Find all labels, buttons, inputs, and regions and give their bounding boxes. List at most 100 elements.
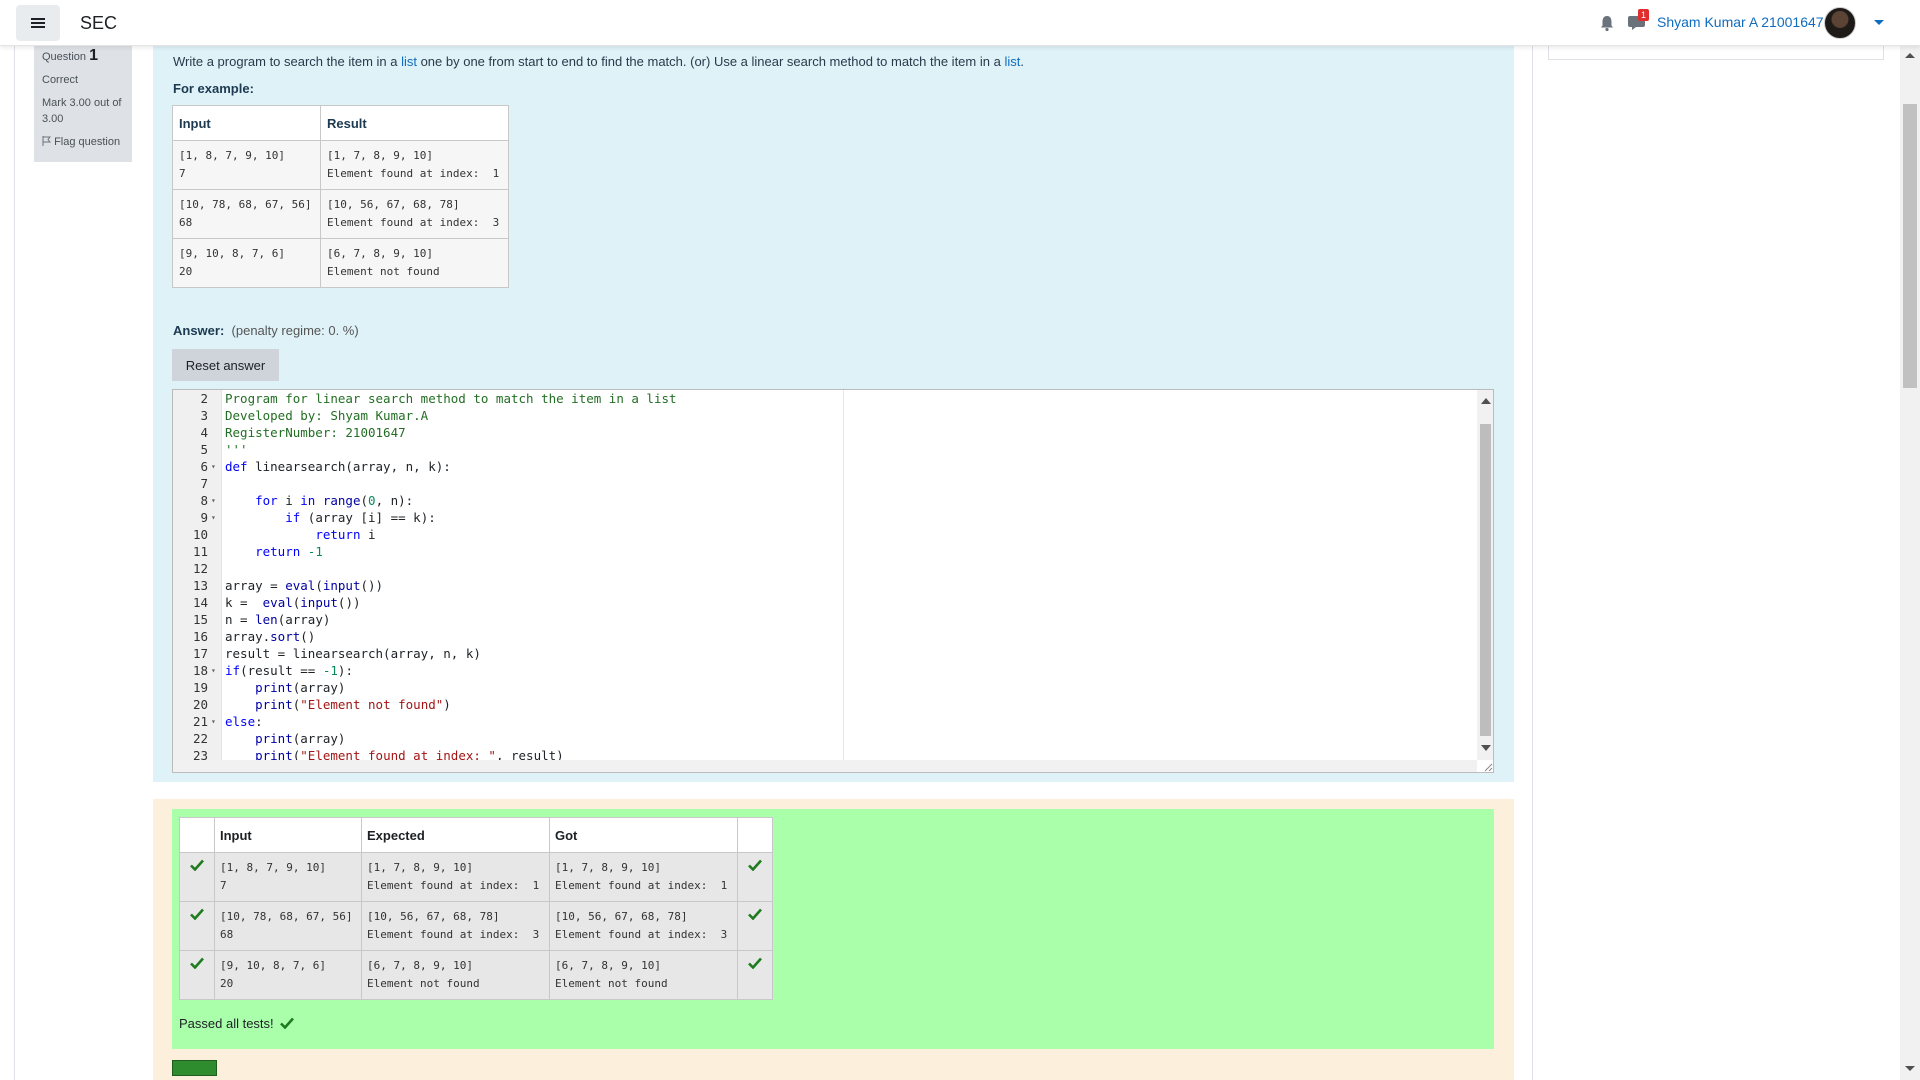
code-line[interactable]: 20 print("Element not found") [173,696,1473,713]
question-text: Write a program to search the item in a … [173,54,1024,69]
code-text: return -1 [255,544,323,559]
question-text-part1: Write a program to search the item in a [173,54,402,69]
code-line[interactable]: 3 Developed by: Shyam Kumar.A [173,407,1473,424]
line-number: 12 [192,561,208,576]
question-label: Question [42,51,87,63]
code-line[interactable]: 9 ▾ if (array [i] == k): [173,509,1473,526]
code-line[interactable]: 6 ▾ def linearsearch(array, n, k): [173,458,1473,475]
test-result-row: [9, 10, 8, 7, 6] 20 [6, 7, 8, 9, 10] Ele… [179,950,773,1000]
flag-question-link[interactable]: Flag question [42,134,124,150]
code-line[interactable]: 12 [173,560,1473,577]
line-number: 22 [192,731,208,746]
code-line[interactable]: 21 ▾ else: [173,713,1473,730]
results-header-got: Got [549,817,738,853]
test-result-row: [1, 8, 7, 9, 10] 7 [1, 7, 8, 9, 10] Elem… [179,852,773,902]
code-line[interactable]: 2 Program for linear search method to mat… [173,390,1473,407]
page-scroll-thumb[interactable] [1903,104,1917,388]
results-header-mark [737,817,773,853]
example-result: [6, 7, 8, 9, 10] Element not found [320,238,509,288]
line-number: 11 [192,544,208,559]
code-line[interactable]: 11 return -1 [173,543,1473,560]
check-icon [748,859,762,871]
line-number: 18 [192,663,208,678]
editor-vertical-scrollbar[interactable] [1477,390,1493,760]
question-number-value: 1 [89,47,98,64]
result-input: [1, 8, 7, 9, 10] 7 [214,852,362,902]
code-line[interactable]: 13 array = eval(input()) [173,577,1473,594]
code-line[interactable]: 18 ▾ if(result == -1): [173,662,1473,679]
glossary-link-list-2[interactable]: list [1004,54,1020,69]
scroll-down-arrow-icon[interactable] [1481,745,1491,751]
page-scrollbar[interactable] [1900,46,1920,1080]
code-line[interactable]: 15 n = len(array) [173,611,1473,628]
example-result: [1, 7, 8, 9, 10] Element found at index:… [320,140,509,190]
code-text: array.sort() [225,629,316,644]
check-icon [190,957,204,969]
code-line[interactable]: 5 ''' [173,441,1473,458]
line-number: 8 [200,493,208,508]
editor-horizontal-scrollbar[interactable] [173,760,1477,772]
results-header-status [179,817,215,853]
fold-arrow-icon[interactable]: ▾ [211,509,216,526]
example-input: [9, 10, 8, 7, 6] 20 [172,238,321,288]
reset-answer-button[interactable]: Reset answer [172,349,279,381]
row-mark [737,950,773,1000]
code-line[interactable]: 16 array.sort() [173,628,1473,645]
test-result-row: [10, 78, 68, 67, 56] 68 [10, 56, 67, 68,… [179,901,773,951]
page-scroll-down-icon[interactable] [1905,1066,1915,1071]
code-line[interactable]: 22 print(array) [173,730,1473,747]
code-text: def linearsearch(array, n, k): [225,459,451,474]
result-got: [6, 7, 8, 9, 10] Element not found [549,950,738,1000]
scroll-up-arrow-icon[interactable] [1481,398,1491,404]
code-text: print(array) [255,680,346,695]
menu-toggle-button[interactable] [16,5,60,41]
example-row: [1, 8, 7, 9, 10] 7 [1, 7, 8, 9, 10] Eleme… [172,140,509,190]
code-text: result = linearsearch(array, n, k) [225,646,481,661]
user-menu-caret-icon[interactable] [1874,20,1884,25]
question-state: Correct [42,74,79,86]
code-line[interactable]: 14 k = eval(input()) [173,594,1473,611]
test-results-panel: Input Expected Got [1, 8, 7, 9, 10] 7 [1… [172,809,1494,1049]
example-row: [9, 10, 8, 7, 6] 20 [6, 7, 8, 9, 10] Elem… [172,238,509,288]
code-line[interactable]: 7 [173,475,1473,492]
fold-arrow-icon[interactable]: ▾ [211,662,216,679]
penalty-regime: (penalty regime: 0. %) [231,323,359,338]
editor-scroll-thumb[interactable] [1480,424,1491,736]
check-icon [190,908,204,920]
code-editor[interactable]: 2 Program for linear search method to mat… [172,389,1494,773]
fold-arrow-icon[interactable]: ▾ [211,458,216,475]
code-line[interactable]: 17 result = linearsearch(array, n, k) [173,645,1473,662]
question-number: Question 1 [42,48,124,65]
line-number: 14 [192,595,208,610]
code-text: return i [315,527,376,542]
passed-all-tests: Passed all tests! [179,1016,294,1031]
user-menu-name[interactable]: Shyam Kumar A 21001647 [1657,14,1824,30]
message-count-badge: 1 [1638,9,1649,21]
page-scroll-up-icon[interactable] [1905,53,1915,58]
question-info-panel: Question 1 Correct Mark 3.00 out of 3.00… [34,46,132,162]
code-line[interactable]: 4 RegisterNumber: 21001647 [173,424,1473,441]
site-brand[interactable]: SEC [80,13,117,34]
resize-handle-icon[interactable] [1481,760,1493,772]
example-header-input: Input [172,105,321,141]
user-avatar[interactable] [1824,7,1856,39]
glossary-link-list-1[interactable]: list [401,54,417,69]
code-text: RegisterNumber: 21001647 [225,425,406,440]
answer-label: Answer: [173,323,225,338]
code-line[interactable]: 8 ▾ for i in range(0, n): [173,492,1473,509]
line-number: 9 [200,510,208,525]
code-content[interactable]: 2 Program for linear search method to mat… [173,390,1473,764]
code-line[interactable]: 19 print(array) [173,679,1473,696]
code-text: n = len(array) [225,612,331,627]
bell-icon[interactable] [1598,14,1616,32]
row-mark [737,901,773,951]
code-text: k = eval(input()) [225,595,361,610]
code-text: array = eval(input()) [225,578,384,593]
row-mark [737,852,773,902]
code-line[interactable]: 10 return i [173,526,1473,543]
result-expected: [1, 7, 8, 9, 10] Element found at index:… [361,852,550,902]
fold-arrow-icon[interactable]: ▾ [211,492,216,509]
fold-arrow-icon[interactable]: ▾ [211,713,216,730]
question-text-part3: . [1020,54,1024,69]
check-icon [190,859,204,871]
